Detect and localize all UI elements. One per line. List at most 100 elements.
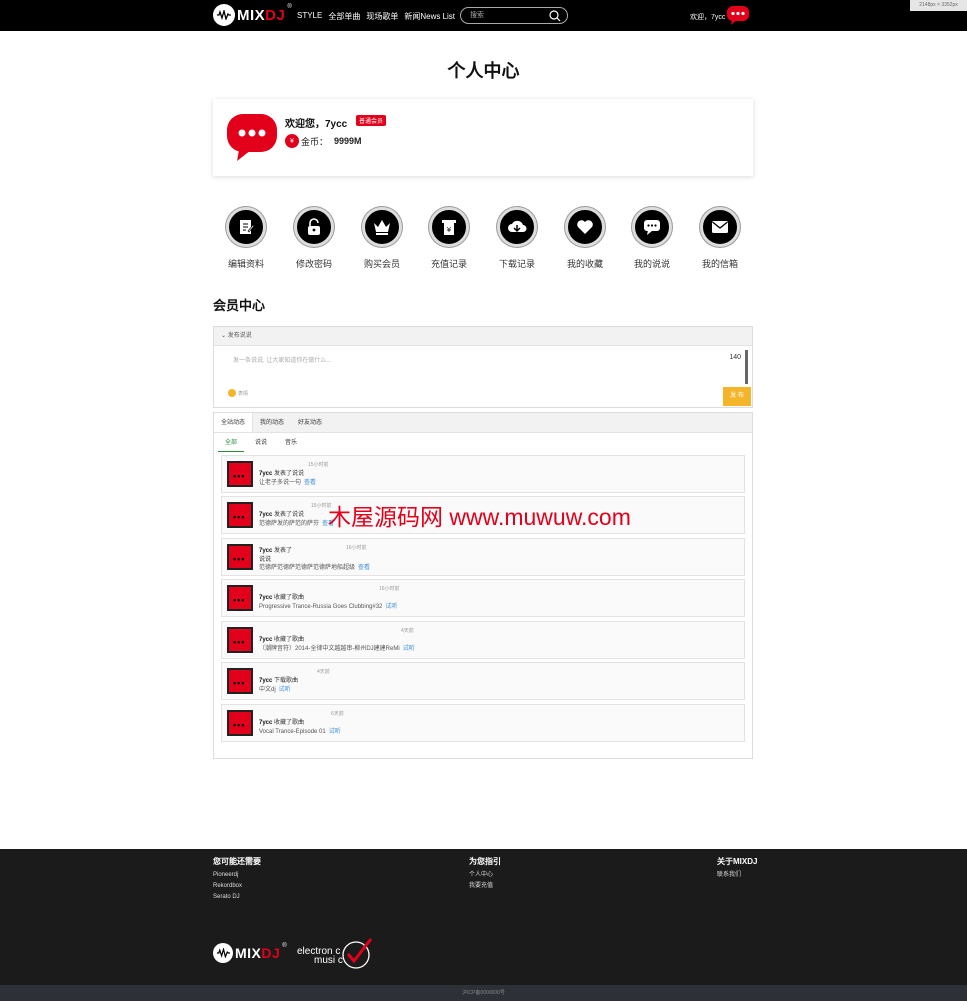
watermark-text: 木屋源码网 www.muwuw.com (328, 504, 631, 530)
feed-item-desc: 中文dj 试听 (259, 687, 291, 693)
feed-item: ••• 7ycc 收藏了歌曲 16小时前 Progressive Trance-… (221, 579, 745, 617)
tab-site-activity[interactable]: 全站动态 (214, 413, 254, 432)
feed-item-title: 7ycc 收藏了歌曲 (259, 637, 305, 643)
section-title: 会员中心 (213, 298, 266, 313)
feed-item-title: 7ycc 发表了说说 (259, 471, 305, 477)
footer-link-serato[interactable]: Serato DJ (213, 892, 261, 903)
cloud-download-icon (497, 207, 537, 247)
feed-item-desc: Progressive Trance-Russia Goes Clubbing#… (259, 604, 398, 610)
post-composer-header[interactable]: ⌄ 发布说说 (214, 327, 752, 346)
heart-icon (565, 207, 605, 247)
footer-col-about: 关于MIXDJ 联系我们 (717, 856, 757, 881)
search-input[interactable] (470, 10, 550, 21)
action-my-mailbox[interactable]: 我的信箱 (690, 207, 750, 270)
feed-item: ••• 7ycc 发表了 说说 16小时前 范德萨范德萨范德萨范德萨地船超级 查看 (221, 538, 745, 576)
action-label: 编辑资料 (227, 259, 264, 269)
footer-col-guide: 为您指引 个人中心 我要充值 (469, 856, 501, 892)
emoji-button[interactable]: 表情 (228, 389, 248, 397)
action-download-records[interactable]: 下载记录 (487, 207, 547, 270)
subtab-posts[interactable]: 说说 (248, 435, 274, 452)
user-avatar[interactable]: ••• (227, 461, 253, 487)
user-avatar[interactable]: ••• (227, 627, 253, 653)
tab-friend-activity[interactable]: 好友动态 (291, 413, 329, 432)
action-edit-profile[interactable]: 编辑资料 (216, 207, 276, 270)
coin-label: 金币： (301, 136, 329, 147)
emoji-label: 表情 (238, 390, 249, 397)
action-recharge-records[interactable]: ¥ 充值记录 (419, 207, 479, 270)
action-label: 修改密码 (295, 259, 332, 269)
page-title: 个人中心 (447, 61, 520, 81)
listen-link[interactable]: 试听 (329, 729, 341, 735)
action-label: 我的信箱 (701, 259, 738, 269)
coin-icon: ¥ (285, 134, 299, 148)
feed-item-time: 4天前 (317, 669, 330, 675)
feed-item-title: 7ycc 下载歌曲 (259, 678, 299, 684)
feed-subtabs: 全部 说说 音乐 (218, 435, 308, 452)
nav-item-style[interactable]: STYLE (297, 11, 322, 22)
user-avatar-icon[interactable] (727, 6, 749, 25)
crown-icon (362, 207, 402, 247)
action-buy-membership[interactable]: 购买会员 (352, 207, 412, 270)
nav-item-news[interactable]: 新闻News List (404, 11, 455, 22)
coin-value: 9999M (334, 136, 362, 146)
mail-icon (700, 207, 740, 247)
publish-button[interactable]: 发 布 (723, 387, 751, 406)
footer-link-rekordbox[interactable]: Rekordbox (213, 881, 261, 892)
user-avatar[interactable]: ••• (227, 502, 253, 528)
footer-heading: 您可能还需要 (213, 857, 261, 866)
user-avatar[interactable]: ••• (227, 668, 253, 694)
listen-link[interactable]: 试听 (403, 646, 415, 652)
site-logo[interactable]: MIXDJ ® (213, 4, 292, 26)
feed-item-desc: 范德萨发的萨范的萨芬 查看 (259, 521, 335, 527)
footer-link-user-center[interactable]: 个人中心 (469, 870, 501, 881)
footer-logo[interactable]: MIXDJ ® (213, 943, 287, 963)
tab-my-activity[interactable]: 我的动态 (253, 413, 291, 432)
quick-actions: 编辑资料 修改密码 购买会员 ¥ 充值记录 下载记录 我的收藏 我的说说 我的信… (213, 207, 753, 273)
textarea-scrollbar[interactable] (745, 350, 748, 384)
footer-link-pioneerdj[interactable]: Pioneerdj (213, 870, 261, 881)
feed-item-title: 7ycc 收藏了歌曲 (259, 595, 305, 601)
feed-item: ••• 7ycc 收藏了歌曲 4天前 （潮牌音符）2014-全律中文越越串-柳州… (221, 621, 745, 659)
post-composer: ⌄ 发布说说 发一条说说, 让大家知道你在做什么... 140 表情 发 布 (213, 326, 753, 408)
footer-heading: 关于MIXDJ (717, 857, 758, 866)
action-my-favorites[interactable]: 我的收藏 (555, 207, 615, 270)
feed-item: ••• 7ycc 发表了说说 15小时前 让老子多说一句 查看 (221, 455, 745, 493)
action-change-password[interactable]: 修改密码 (284, 207, 344, 270)
logo-text: MIXDJ (235, 945, 281, 961)
user-avatar[interactable]: ••• (227, 544, 253, 570)
partner-logo[interactable]: electron c musi c (296, 937, 374, 971)
user-avatar[interactable]: ••• (227, 585, 253, 611)
main-nav: STYLE 全部单曲 现场歌单 新闻News List (297, 11, 455, 22)
user-avatar[interactable]: ••• (227, 710, 253, 736)
user-greeting[interactable]: 欢迎，7ycc (690, 12, 725, 22)
logo-registered-mark: ® (287, 4, 292, 10)
welcome-text: 欢迎您，7ycc (285, 119, 348, 130)
nav-item-all-tracks[interactable]: 全部单曲 (328, 11, 360, 22)
action-my-posts[interactable]: 我的说说 (622, 207, 682, 270)
feed-item-title: 7ycc 发表了说说 (259, 512, 305, 518)
feed-item: ••• 7ycc 下载歌曲 4天前 中文dj 试听 (221, 662, 745, 700)
feed-item-desc: Vocal Trance-Episode 01 试听 (259, 729, 341, 735)
profile-avatar-icon[interactable] (227, 114, 277, 161)
subtab-all[interactable]: 全部 (218, 435, 245, 452)
feed-tabs: 全站动态 我的动态 好友动态 (214, 413, 752, 433)
chevron-down-icon: ⌄ (221, 333, 228, 339)
search-icon[interactable] (549, 10, 561, 24)
footer-link-recharge[interactable]: 我要充值 (469, 881, 501, 892)
listen-link[interactable]: 试听 (279, 687, 291, 693)
top-navbar: MIXDJ ® STYLE 全部单曲 现场歌单 新闻News List 欢迎，7… (0, 0, 967, 31)
footer-heading: 为您指引 (469, 857, 501, 866)
view-link[interactable]: 查看 (358, 565, 370, 571)
logo-waveform-icon (213, 4, 235, 26)
post-textarea[interactable]: 发一条说说, 让大家知道你在做什么... (233, 355, 331, 364)
emoji-icon (228, 389, 236, 397)
feed-item-time: 6天前 (331, 711, 344, 717)
view-link[interactable]: 查看 (304, 480, 316, 486)
listen-link[interactable]: 试听 (385, 604, 397, 610)
subtab-music[interactable]: 音乐 (278, 435, 304, 452)
action-label: 下载记录 (498, 259, 535, 269)
footer-link-contact[interactable]: 联系我们 (717, 870, 757, 881)
copyright-bar: 沪ICP备0000000号 (0, 985, 967, 1001)
nav-item-live-setlists[interactable]: 现场歌单 (366, 11, 398, 22)
char-counter: 140 (729, 354, 741, 361)
